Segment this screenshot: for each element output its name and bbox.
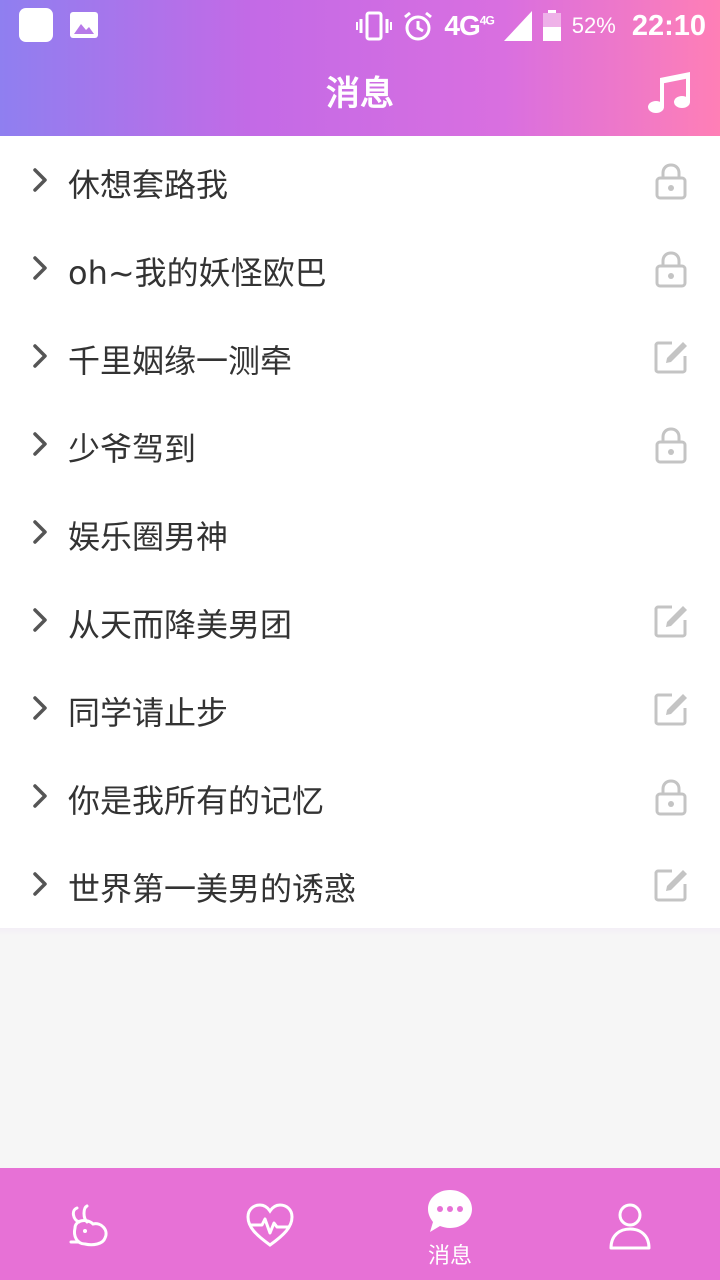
lock-icon [655, 163, 687, 200]
app-header: 4G4G 52% 22:10 消息 [0, 0, 720, 136]
list-item-label: 从天而降美男团 [68, 606, 293, 644]
chevron-right-icon [33, 608, 47, 632]
battery-percent: 52% [571, 13, 616, 38]
list-item[interactable]: oh~我的妖怪欧巴 [0, 224, 720, 312]
list-item[interactable]: 世界第一美男的诱惑 [0, 840, 720, 928]
network-type: 4G4G [444, 10, 494, 41]
battery-icon [542, 10, 561, 41]
message-list: 休想套路我 oh~我的妖怪欧巴 千里姻缘一测牵 少爷驾到娱乐圈男神从天而降美男团 同学请… [0, 136, 720, 936]
chevron-right-icon [33, 168, 47, 192]
list-item[interactable]: 休想套路我 [0, 136, 720, 224]
edit-icon [654, 605, 687, 638]
list-item[interactable]: 少爷驾到 [0, 400, 720, 488]
list-item[interactable]: 你是我所有的记忆 [0, 752, 720, 840]
tab-profile[interactable] [540, 1168, 720, 1280]
lock-icon [655, 427, 687, 464]
chevron-right-icon [33, 784, 47, 808]
signal-icon [503, 11, 532, 41]
chevron-right-icon [33, 696, 47, 720]
list-item-label: oh~我的妖怪欧巴 [68, 254, 327, 292]
list-item-label: 你是我所有的记忆 [68, 782, 325, 820]
list-item-label: 休想套路我 [68, 166, 229, 204]
chevron-right-icon [33, 872, 47, 896]
tab-home[interactable] [0, 1168, 180, 1280]
image-notification-icon [70, 12, 98, 38]
bottom-nav: 消息 [0, 1168, 720, 1280]
chevron-right-icon [33, 344, 47, 368]
tab-match[interactable] [180, 1168, 360, 1280]
list-item-label: 少爷驾到 [68, 430, 197, 468]
vibrate-icon [356, 11, 393, 41]
edit-icon [654, 869, 687, 902]
heartbeat-icon [246, 1203, 294, 1247]
alarm-icon [404, 11, 433, 41]
chat-bubble-icon [428, 1190, 472, 1232]
rabbit-icon [69, 1204, 108, 1247]
list-item-label: 娱乐圈男神 [68, 518, 229, 556]
lock-icon [655, 251, 687, 288]
music-note-icon[interactable] [646, 70, 692, 116]
edit-icon [654, 341, 687, 374]
list-item[interactable]: 从天而降美男团 [0, 576, 720, 664]
person-icon [609, 1203, 651, 1250]
chevron-right-icon [33, 520, 47, 544]
status-bar: 4G4G 52% 22:10 [0, 0, 720, 50]
page-title: 消息 [326, 74, 394, 114]
list-item[interactable]: 同学请止步 [0, 664, 720, 752]
list-item-label: 千里姻缘一测牵 [68, 342, 293, 380]
tab-messages[interactable]: 消息 [360, 1168, 540, 1280]
notification-app-icon [19, 8, 53, 42]
tab-messages-label: 消息 [427, 1244, 472, 1269]
clock: 22:10 [631, 9, 706, 42]
list-item[interactable]: 千里姻缘一测牵 [0, 312, 720, 400]
edit-icon [654, 693, 687, 726]
chevron-right-icon [33, 432, 47, 456]
list-item-label: 世界第一美男的诱惑 [68, 870, 357, 908]
lock-icon [655, 779, 687, 816]
list-item-label: 同学请止步 [68, 694, 229, 732]
list-item[interactable]: 娱乐圈男神 [0, 488, 720, 576]
list-divider [0, 928, 720, 936]
chevron-right-icon [33, 256, 47, 280]
